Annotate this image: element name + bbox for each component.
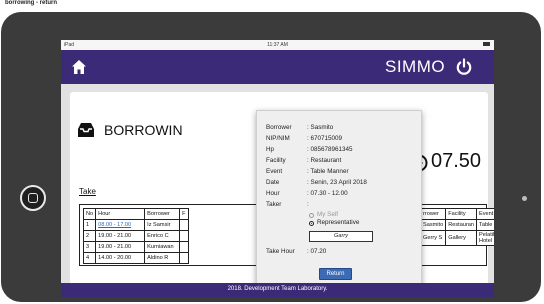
top-navbar: SIMMO [61, 50, 494, 84]
take-table-left: No Hour Borrower F 1 08.00 - 17.00 Iz Sa… [82, 208, 189, 264]
app-screen: iPad 11:37 AM SIMMO BORROWIN 07.50 Take … [61, 40, 494, 297]
camera-icon [522, 196, 527, 201]
field-value: : Restaurant [307, 157, 342, 164]
field-label: Borrower [266, 124, 292, 131]
page-title: BORROWIN [104, 122, 183, 138]
row-hour-link[interactable]: 08.00 - 17.00 [95, 219, 146, 231]
table-row[interactable]: Sasmito Restauran Table Manner [419, 219, 494, 231]
row-borrower: Enrico C [144, 230, 181, 242]
home-icon[interactable] [71, 59, 87, 75]
take-hour-value: : 07.20 [307, 248, 327, 255]
row-f [179, 241, 189, 253]
field-label: Date [266, 179, 280, 186]
status-time: 11:37 AM [267, 42, 288, 48]
field-label: NIP/NIM [266, 135, 290, 142]
footer-bar: 2018. Development Team Laboratory. [61, 283, 494, 297]
field-label: Hp [266, 146, 275, 153]
row-borrower: Sasmito [419, 219, 447, 231]
row-facility: Gallery [445, 230, 478, 246]
radio-representative-label: Representative [317, 219, 360, 226]
table-header-row: No Hour Borrower F [82, 208, 189, 220]
taker-colon: : [307, 201, 309, 208]
table-row[interactable]: 2 19.00 - 21.00 Enrico C [82, 230, 189, 242]
row-borrower: Aldino R [144, 252, 181, 264]
inbox-tray-icon [78, 123, 94, 137]
clock-time: 07.50 [431, 150, 482, 172]
table-row[interactable]: Gerry S Gallery Pelatihan Hotel [419, 230, 494, 246]
take-table-right: rrower Facility Event Sasmito Restauran … [419, 208, 494, 246]
col-no: No [82, 208, 97, 220]
field-value: : 07.30 - 12.00 [307, 190, 348, 197]
field-value: : 085678961345 [307, 146, 353, 153]
col-borrower: Borrower [144, 208, 181, 220]
field-value: : 670715009 [307, 135, 343, 142]
row-event: Pelatihan Hotel [476, 230, 494, 246]
field-value: : Senin, 23 April 2018 [307, 179, 367, 186]
hour-link[interactable]: 08.00 - 17.00 [98, 222, 131, 228]
row-no: 4 [82, 252, 97, 264]
row-hour: 14.00 - 20.00 [95, 252, 146, 264]
screenshot-caption: borrowing - return [5, 0, 57, 6]
row-no: 3 [82, 241, 97, 253]
col-borrower: rrower [419, 208, 447, 220]
col-event: Event [476, 208, 494, 220]
field-label: Event [266, 168, 283, 175]
app-title: SIMMO [385, 57, 446, 76]
col-hour: Hour [95, 208, 146, 220]
status-bar: iPad 11:37 AM [61, 40, 494, 50]
col-facility: Facility [445, 208, 478, 220]
device-home-button[interactable] [20, 185, 46, 211]
battery-icon [483, 42, 490, 46]
row-f [179, 230, 189, 242]
radio-representative[interactable] [309, 221, 314, 226]
row-borrower: Iz Samsir [144, 219, 181, 231]
row-f [179, 252, 189, 264]
power-icon[interactable] [455, 58, 473, 76]
field-label: Hour [266, 190, 280, 197]
row-event: Table Manner [476, 219, 494, 231]
take-hour-label: Take Hour [266, 248, 295, 255]
take-label: Take [79, 187, 96, 196]
field-value: : Table Manner [307, 168, 349, 175]
row-no: 1 [82, 219, 97, 231]
radio-myself[interactable] [309, 213, 314, 218]
col-f: F [179, 208, 189, 220]
table-row[interactable]: 1 08.00 - 17.00 Iz Samsir [82, 219, 189, 231]
taker-name-input[interactable]: Garry [309, 231, 373, 242]
table-header-row: rrower Facility Event [419, 208, 494, 220]
field-label: Facility [266, 157, 286, 164]
home-square-icon [28, 193, 38, 203]
row-hour: 19.00 - 21.00 [95, 230, 146, 242]
tablet-frame: iPad 11:37 AM SIMMO BORROWIN 07.50 Take … [1, 12, 541, 302]
table-row[interactable]: 4 14.00 - 20.00 Aldino R [82, 252, 189, 264]
row-f [179, 219, 189, 231]
row-no: 2 [82, 230, 97, 242]
taker-label: Taker [266, 201, 282, 208]
row-borrower: Kurniawan [144, 241, 181, 253]
row-borrower: Gerry S [419, 230, 447, 246]
row-hour: 19.00 - 21.00 [95, 241, 146, 253]
return-dialog: Borrower : Sasmito NIP/NIM : 670715009 H… [256, 110, 422, 286]
return-button[interactable]: Return [319, 268, 352, 280]
field-value: : Sasmito [307, 124, 334, 131]
table-row[interactable]: 3 19.00 - 21.00 Kurniawan [82, 241, 189, 253]
row-facility: Restauran [445, 219, 478, 231]
radio-myself-label: My Self [317, 211, 338, 218]
